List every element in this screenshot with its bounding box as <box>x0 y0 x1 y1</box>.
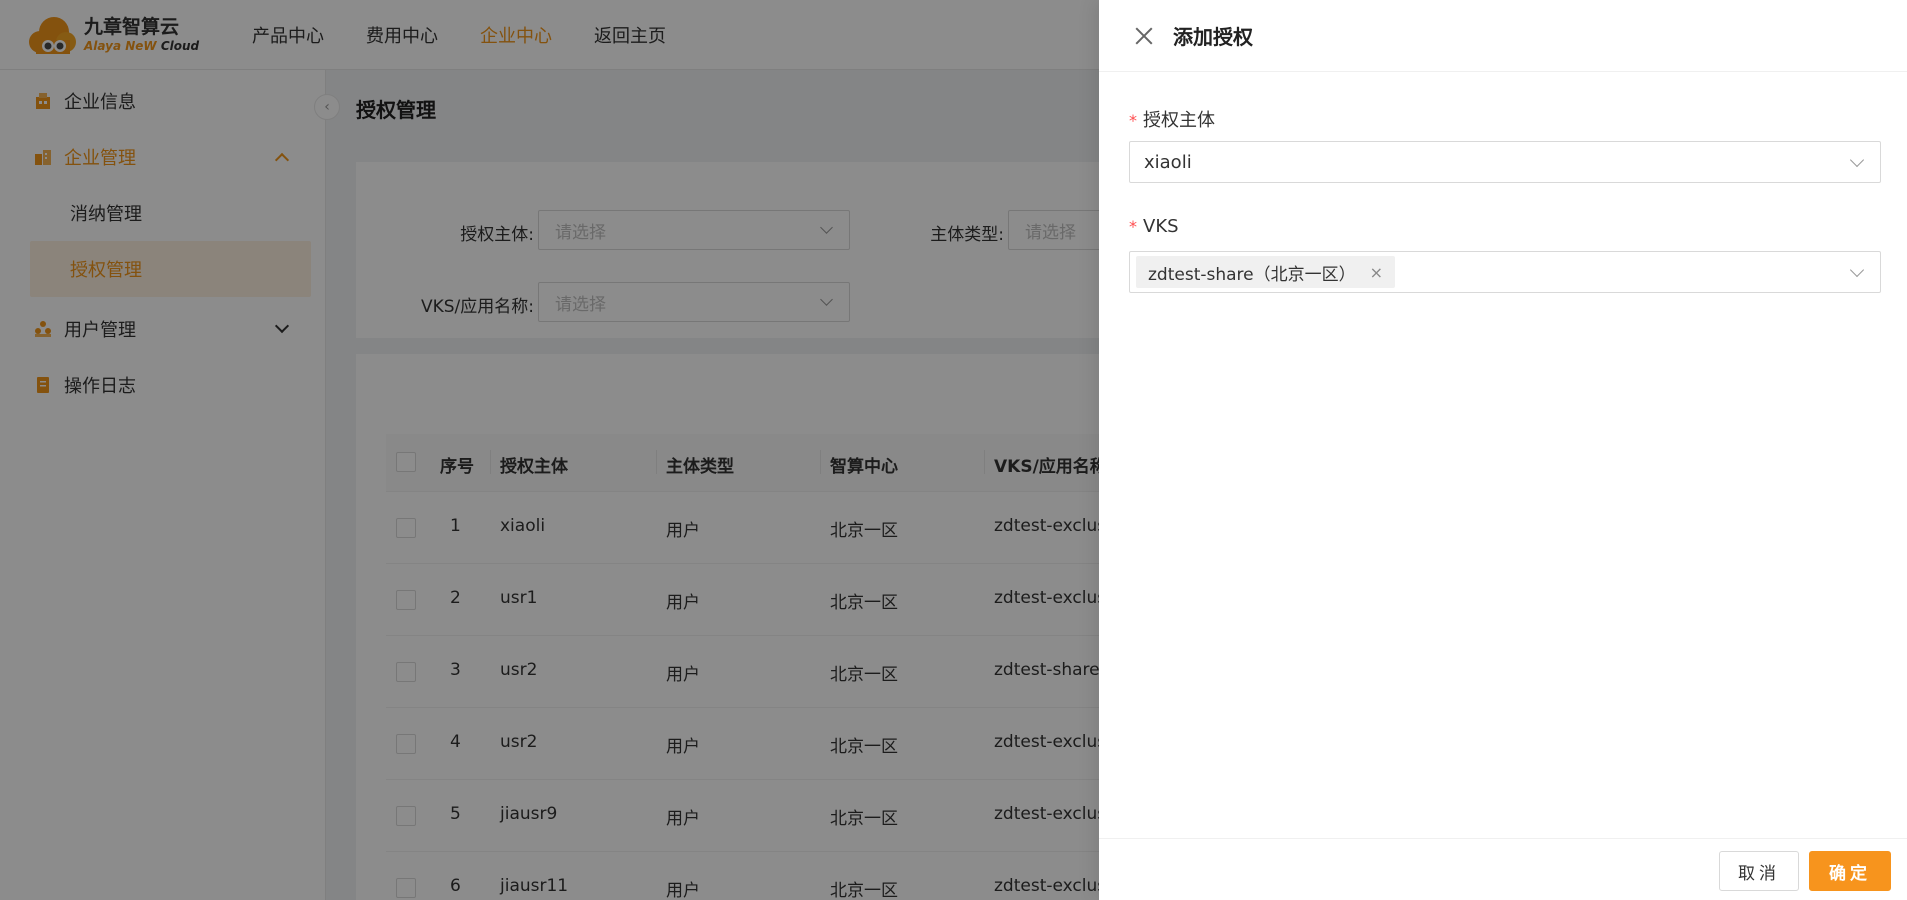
subject-field-label: * 授权主体 <box>1129 110 1215 131</box>
drawer-title: 添加授权 <box>1173 25 1253 49</box>
confirm-button[interactable]: 确定 <box>1809 851 1891 891</box>
required-mark: * <box>1129 217 1137 236</box>
cancel-button[interactable]: 取消 <box>1719 851 1799 891</box>
vks-tag: zdtest-share（北京一区） × <box>1136 256 1396 288</box>
vks-multi-select[interactable]: zdtest-share（北京一区） × <box>1129 251 1881 293</box>
drawer-header: 添加授权 <box>1099 0 1907 72</box>
required-mark: * <box>1129 111 1137 130</box>
vks-field-label: * VKS <box>1129 216 1179 237</box>
subject-select-value: xiaoli <box>1144 151 1192 173</box>
chevron-down-icon <box>1849 262 1865 278</box>
chevron-down-icon <box>1849 152 1865 168</box>
add-authorization-drawer: 添加授权 * 授权主体 xiaoli * VKS zdtest-share（北京一区… <box>1099 0 1907 900</box>
modal-overlay[interactable] <box>0 0 1099 900</box>
subject-select[interactable]: xiaoli <box>1129 141 1881 183</box>
tag-remove-icon[interactable]: × <box>1370 263 1383 282</box>
close-icon[interactable] <box>1133 25 1155 47</box>
vks-tag-label: zdtest-share（北京一区） <box>1148 264 1356 285</box>
drawer-footer: 取消 确定 <box>1099 838 1907 900</box>
